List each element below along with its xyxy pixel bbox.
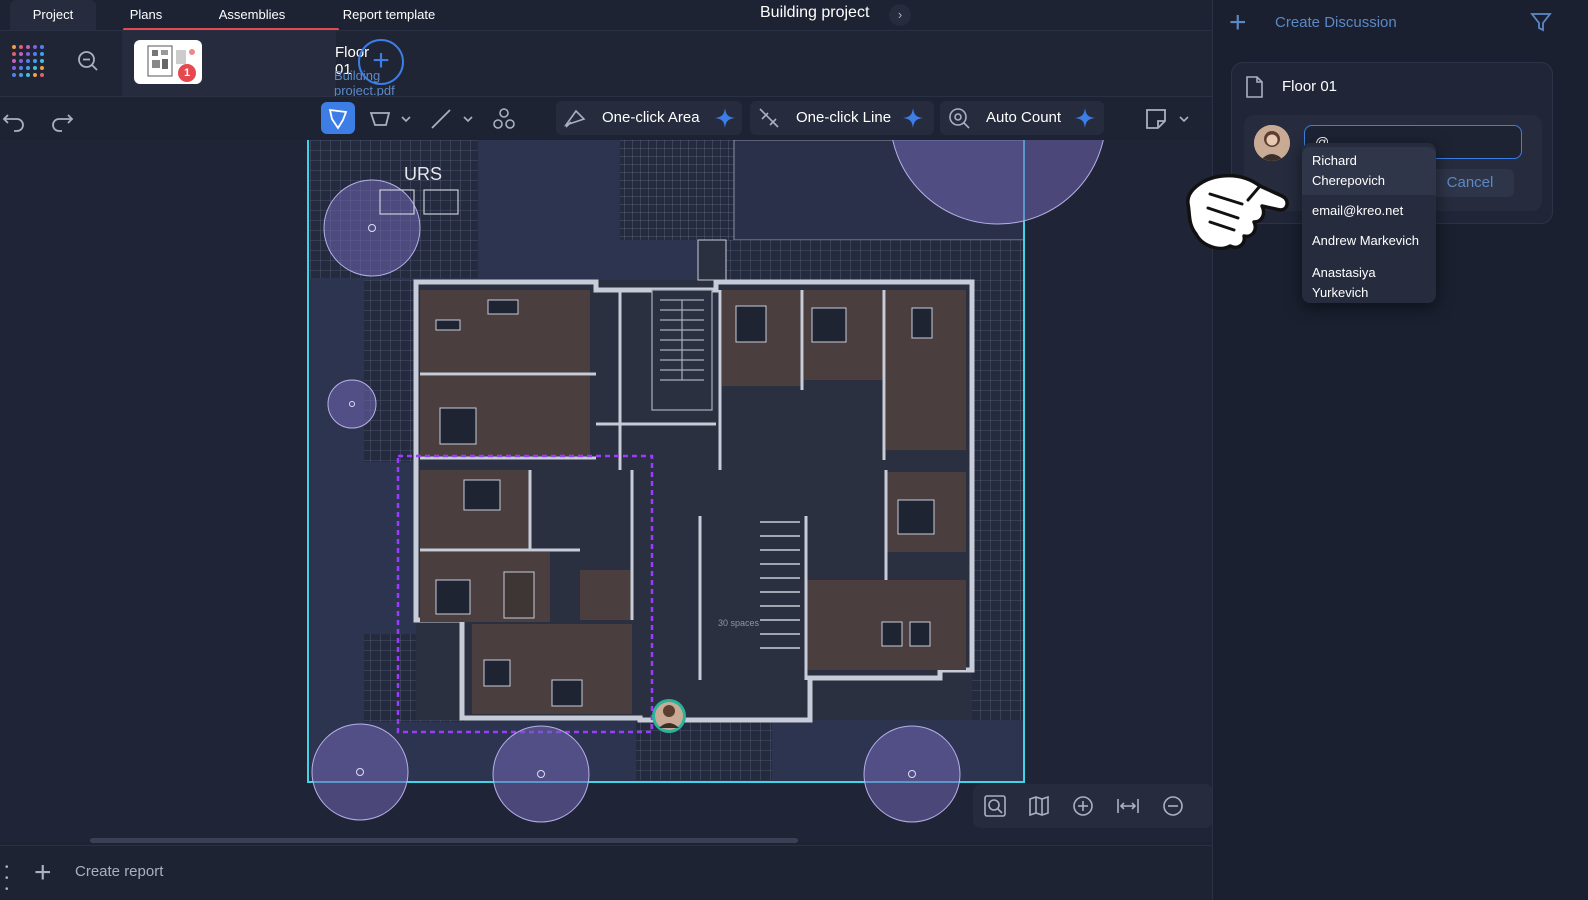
auto-count-label: Auto Count <box>986 109 1062 126</box>
sticky-note-icon[interactable] <box>1142 105 1170 133</box>
one-click-area-button[interactable]: One-click Area <box>556 101 742 135</box>
tab-plans[interactable]: Plans <box>124 0 168 30</box>
top-tabs: Project Plans Assemblies Report template… <box>0 0 1228 31</box>
zoom-toolbar <box>973 784 1212 828</box>
mention-option[interactable]: email@kreo.net <box>1302 197 1436 225</box>
horizontal-scrollbar[interactable] <box>90 838 798 843</box>
undo-icon[interactable] <box>0 105 28 133</box>
plus-icon[interactable]: + <box>1229 6 1247 40</box>
map-icon[interactable] <box>1027 794 1051 818</box>
search-zoom-icon[interactable] <box>76 49 100 73</box>
chevron-down-icon[interactable] <box>1176 105 1192 133</box>
chevron-down-icon[interactable] <box>460 105 476 133</box>
auto-count-button[interactable]: Auto Count <box>940 101 1104 135</box>
filter-icon[interactable] <box>1529 10 1553 34</box>
one-click-line-label: One-click Line <box>796 109 892 126</box>
app-root: Project Plans Assemblies Report template… <box>0 0 1588 900</box>
sparkle-icon <box>903 108 923 128</box>
line-tool-icon[interactable] <box>427 105 455 133</box>
discussion-panel: + Create Discussion Floor 01 @ Cancel <box>1212 0 1588 900</box>
project-title: Building project <box>760 4 870 21</box>
plan-header-row: Floor 01 Building project.pdf 1 + <box>0 30 1228 98</box>
pointing-hand-icon <box>1186 173 1289 251</box>
polygon-tool-icon[interactable] <box>366 105 394 133</box>
count-tool-icon[interactable] <box>490 105 518 133</box>
fit-width-icon[interactable] <box>1116 794 1140 818</box>
mention-option[interactable]: Anastasiya Yurkevich <box>1302 259 1436 307</box>
more-menu-icon[interactable]: • • • <box>5 862 9 895</box>
redo-icon[interactable] <box>48 105 76 133</box>
tab-assemblies[interactable]: Assemblies <box>210 0 294 30</box>
one-click-area-label: One-click Area <box>602 109 700 126</box>
plus-icon[interactable]: + <box>34 856 52 890</box>
chevron-down-icon[interactable] <box>398 105 414 133</box>
urs-label: URS <box>404 164 443 184</box>
tab-report-template[interactable]: Report template <box>330 0 448 30</box>
plan-card-floor-01[interactable]: Floor 01 Building project.pdf <box>122 31 395 98</box>
notification-badge: 1 <box>178 64 196 82</box>
floor-plan-drawing <box>307 140 1104 823</box>
area-wand-icon <box>563 109 586 128</box>
document-icon <box>1246 76 1263 98</box>
sparkle-icon <box>715 108 735 128</box>
cancel-button[interactable]: Cancel <box>1426 169 1514 197</box>
create-report-button[interactable]: Create report <box>75 863 163 880</box>
chevron-right-icon[interactable]: › <box>889 4 911 26</box>
polyline-tool-button[interactable] <box>321 102 355 134</box>
plan-canvas[interactable]: URS 30 spaces <box>0 140 1212 842</box>
mention-option[interactable]: Richard Cherepovich <box>1302 147 1436 195</box>
drawing-toolbar: One-click Area One-click Line Auto Count <box>0 96 1228 140</box>
tab-project[interactable]: Project <box>10 0 96 30</box>
one-click-line-button[interactable]: One-click Line <box>750 101 934 135</box>
create-discussion-button[interactable]: Create Discussion <box>1275 14 1397 31</box>
sparkle-icon <box>1075 108 1095 128</box>
mention-option[interactable]: Andrew Markevich <box>1302 227 1436 255</box>
mention-dropdown: Richard Cherepovich email@kreo.net Andre… <box>1302 143 1436 303</box>
app-logo-icon[interactable] <box>12 45 44 77</box>
add-plan-button[interactable]: + <box>358 39 404 85</box>
bottom-bar: • • • + Create report <box>0 845 1212 900</box>
zoom-in-icon[interactable] <box>1071 794 1095 818</box>
zoom-out-icon[interactable] <box>1161 794 1185 818</box>
discussion-plan-title: Floor 01 <box>1282 78 1338 95</box>
line-wand-icon <box>759 108 779 128</box>
cycle-spaces-label: 30 spaces <box>718 618 760 628</box>
avatar <box>1254 125 1290 161</box>
zoom-fit-icon[interactable] <box>983 794 1007 818</box>
auto-count-icon <box>949 108 970 129</box>
